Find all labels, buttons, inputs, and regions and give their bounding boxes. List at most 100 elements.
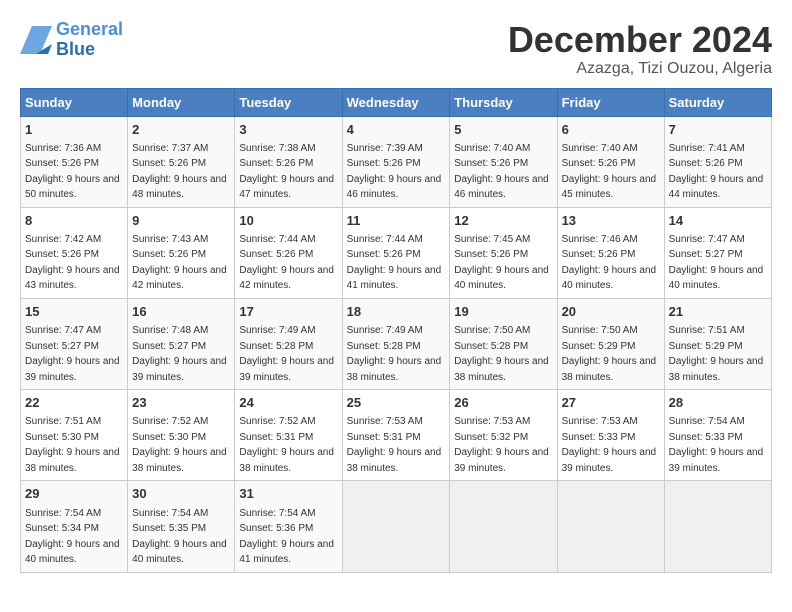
day-info: Sunrise: 7:46 AMSunset: 5:26 PMDaylight:… [562, 234, 657, 292]
calendar-week-5: 29 Sunrise: 7:54 AMSunset: 5:34 PMDaylig… [21, 481, 772, 572]
day-number: 30 [132, 485, 230, 503]
day-number: 15 [25, 303, 123, 321]
day-info: Sunrise: 7:43 AMSunset: 5:26 PMDaylight:… [132, 234, 227, 292]
day-info: Sunrise: 7:54 AMSunset: 5:33 PMDaylight:… [669, 416, 764, 474]
calendar-week-3: 15 Sunrise: 7:47 AMSunset: 5:27 PMDaylig… [21, 298, 772, 389]
day-info: Sunrise: 7:51 AMSunset: 5:29 PMDaylight:… [669, 325, 764, 383]
calendar-cell: 26 Sunrise: 7:53 AMSunset: 5:32 PMDaylig… [450, 390, 557, 481]
day-number: 12 [454, 212, 552, 230]
calendar-cell: 7 Sunrise: 7:41 AMSunset: 5:26 PMDayligh… [664, 116, 771, 207]
day-number: 4 [347, 121, 446, 139]
day-number: 18 [347, 303, 446, 321]
logo-icon [20, 26, 52, 54]
day-info: Sunrise: 7:49 AMSunset: 5:28 PMDaylight:… [239, 325, 334, 383]
calendar-cell: 1 Sunrise: 7:36 AMSunset: 5:26 PMDayligh… [21, 116, 128, 207]
calendar-cell: 12 Sunrise: 7:45 AMSunset: 5:26 PMDaylig… [450, 207, 557, 298]
calendar-cell [342, 481, 450, 572]
day-info: Sunrise: 7:52 AMSunset: 5:31 PMDaylight:… [239, 416, 334, 474]
day-number: 28 [669, 394, 767, 412]
header-saturday: Saturday [664, 88, 771, 116]
day-info: Sunrise: 7:44 AMSunset: 5:26 PMDaylight:… [347, 234, 442, 292]
day-info: Sunrise: 7:45 AMSunset: 5:26 PMDaylight:… [454, 234, 549, 292]
calendar-cell: 15 Sunrise: 7:47 AMSunset: 5:27 PMDaylig… [21, 298, 128, 389]
day-info: Sunrise: 7:47 AMSunset: 5:27 PMDaylight:… [25, 325, 120, 383]
day-info: Sunrise: 7:44 AMSunset: 5:26 PMDaylight:… [239, 234, 334, 292]
logo: General Blue [20, 20, 123, 60]
day-number: 31 [239, 485, 337, 503]
calendar-cell [664, 481, 771, 572]
calendar-cell: 9 Sunrise: 7:43 AMSunset: 5:26 PMDayligh… [128, 207, 235, 298]
day-info: Sunrise: 7:54 AMSunset: 5:35 PMDaylight:… [132, 508, 227, 566]
calendar-cell: 22 Sunrise: 7:51 AMSunset: 5:30 PMDaylig… [21, 390, 128, 481]
calendar-header: SundayMondayTuesdayWednesdayThursdayFrid… [21, 88, 772, 116]
day-number: 1 [25, 121, 123, 139]
day-info: Sunrise: 7:53 AMSunset: 5:33 PMDaylight:… [562, 416, 657, 474]
day-number: 26 [454, 394, 552, 412]
day-number: 23 [132, 394, 230, 412]
page-header: General Blue December 2024 Azazga, Tizi … [20, 20, 772, 78]
day-info: Sunrise: 7:36 AMSunset: 5:26 PMDaylight:… [25, 143, 120, 201]
header-thursday: Thursday [450, 88, 557, 116]
day-number: 25 [347, 394, 446, 412]
calendar-week-2: 8 Sunrise: 7:42 AMSunset: 5:26 PMDayligh… [21, 207, 772, 298]
day-number: 3 [239, 121, 337, 139]
calendar-cell: 31 Sunrise: 7:54 AMSunset: 5:36 PMDaylig… [235, 481, 342, 572]
calendar-cell: 27 Sunrise: 7:53 AMSunset: 5:33 PMDaylig… [557, 390, 664, 481]
day-info: Sunrise: 7:38 AMSunset: 5:26 PMDaylight:… [239, 143, 334, 201]
day-number: 11 [347, 212, 446, 230]
calendar-cell: 17 Sunrise: 7:49 AMSunset: 5:28 PMDaylig… [235, 298, 342, 389]
day-info: Sunrise: 7:49 AMSunset: 5:28 PMDaylight:… [347, 325, 442, 383]
day-info: Sunrise: 7:41 AMSunset: 5:26 PMDaylight:… [669, 143, 764, 201]
calendar-cell: 18 Sunrise: 7:49 AMSunset: 5:28 PMDaylig… [342, 298, 450, 389]
calendar-week-4: 22 Sunrise: 7:51 AMSunset: 5:30 PMDaylig… [21, 390, 772, 481]
day-number: 2 [132, 121, 230, 139]
location-subtitle: Azazga, Tizi Ouzou, Algeria [508, 60, 772, 78]
day-number: 16 [132, 303, 230, 321]
calendar-cell: 30 Sunrise: 7:54 AMSunset: 5:35 PMDaylig… [128, 481, 235, 572]
header-monday: Monday [128, 88, 235, 116]
day-info: Sunrise: 7:40 AMSunset: 5:26 PMDaylight:… [454, 143, 549, 201]
day-number: 22 [25, 394, 123, 412]
calendar-cell: 20 Sunrise: 7:50 AMSunset: 5:29 PMDaylig… [557, 298, 664, 389]
calendar-cell [450, 481, 557, 572]
day-info: Sunrise: 7:54 AMSunset: 5:34 PMDaylight:… [25, 508, 120, 566]
header-wednesday: Wednesday [342, 88, 450, 116]
calendar-cell: 25 Sunrise: 7:53 AMSunset: 5:31 PMDaylig… [342, 390, 450, 481]
day-number: 29 [25, 485, 123, 503]
calendar-cell: 3 Sunrise: 7:38 AMSunset: 5:26 PMDayligh… [235, 116, 342, 207]
day-number: 24 [239, 394, 337, 412]
calendar-cell: 6 Sunrise: 7:40 AMSunset: 5:26 PMDayligh… [557, 116, 664, 207]
day-info: Sunrise: 7:37 AMSunset: 5:26 PMDaylight:… [132, 143, 227, 201]
calendar-cell: 10 Sunrise: 7:44 AMSunset: 5:26 PMDaylig… [235, 207, 342, 298]
day-number: 8 [25, 212, 123, 230]
month-title: December 2024 [508, 20, 772, 60]
day-info: Sunrise: 7:50 AMSunset: 5:29 PMDaylight:… [562, 325, 657, 383]
logo-text: General Blue [56, 20, 123, 60]
calendar-cell: 14 Sunrise: 7:47 AMSunset: 5:27 PMDaylig… [664, 207, 771, 298]
calendar-cell: 13 Sunrise: 7:46 AMSunset: 5:26 PMDaylig… [557, 207, 664, 298]
day-number: 5 [454, 121, 552, 139]
calendar-cell: 4 Sunrise: 7:39 AMSunset: 5:26 PMDayligh… [342, 116, 450, 207]
calendar-cell: 2 Sunrise: 7:37 AMSunset: 5:26 PMDayligh… [128, 116, 235, 207]
calendar-cell: 21 Sunrise: 7:51 AMSunset: 5:29 PMDaylig… [664, 298, 771, 389]
day-info: Sunrise: 7:53 AMSunset: 5:31 PMDaylight:… [347, 416, 442, 474]
day-number: 20 [562, 303, 660, 321]
day-info: Sunrise: 7:48 AMSunset: 5:27 PMDaylight:… [132, 325, 227, 383]
calendar-cell: 24 Sunrise: 7:52 AMSunset: 5:31 PMDaylig… [235, 390, 342, 481]
day-number: 27 [562, 394, 660, 412]
calendar-cell: 16 Sunrise: 7:48 AMSunset: 5:27 PMDaylig… [128, 298, 235, 389]
day-number: 7 [669, 121, 767, 139]
day-number: 14 [669, 212, 767, 230]
day-number: 10 [239, 212, 337, 230]
calendar-table: SundayMondayTuesdayWednesdayThursdayFrid… [20, 88, 772, 573]
day-info: Sunrise: 7:50 AMSunset: 5:28 PMDaylight:… [454, 325, 549, 383]
day-info: Sunrise: 7:53 AMSunset: 5:32 PMDaylight:… [454, 416, 549, 474]
day-number: 13 [562, 212, 660, 230]
day-number: 17 [239, 303, 337, 321]
header-friday: Friday [557, 88, 664, 116]
calendar-cell: 11 Sunrise: 7:44 AMSunset: 5:26 PMDaylig… [342, 207, 450, 298]
calendar-week-1: 1 Sunrise: 7:36 AMSunset: 5:26 PMDayligh… [21, 116, 772, 207]
calendar-cell: 23 Sunrise: 7:52 AMSunset: 5:30 PMDaylig… [128, 390, 235, 481]
day-info: Sunrise: 7:52 AMSunset: 5:30 PMDaylight:… [132, 416, 227, 474]
day-info: Sunrise: 7:39 AMSunset: 5:26 PMDaylight:… [347, 143, 442, 201]
